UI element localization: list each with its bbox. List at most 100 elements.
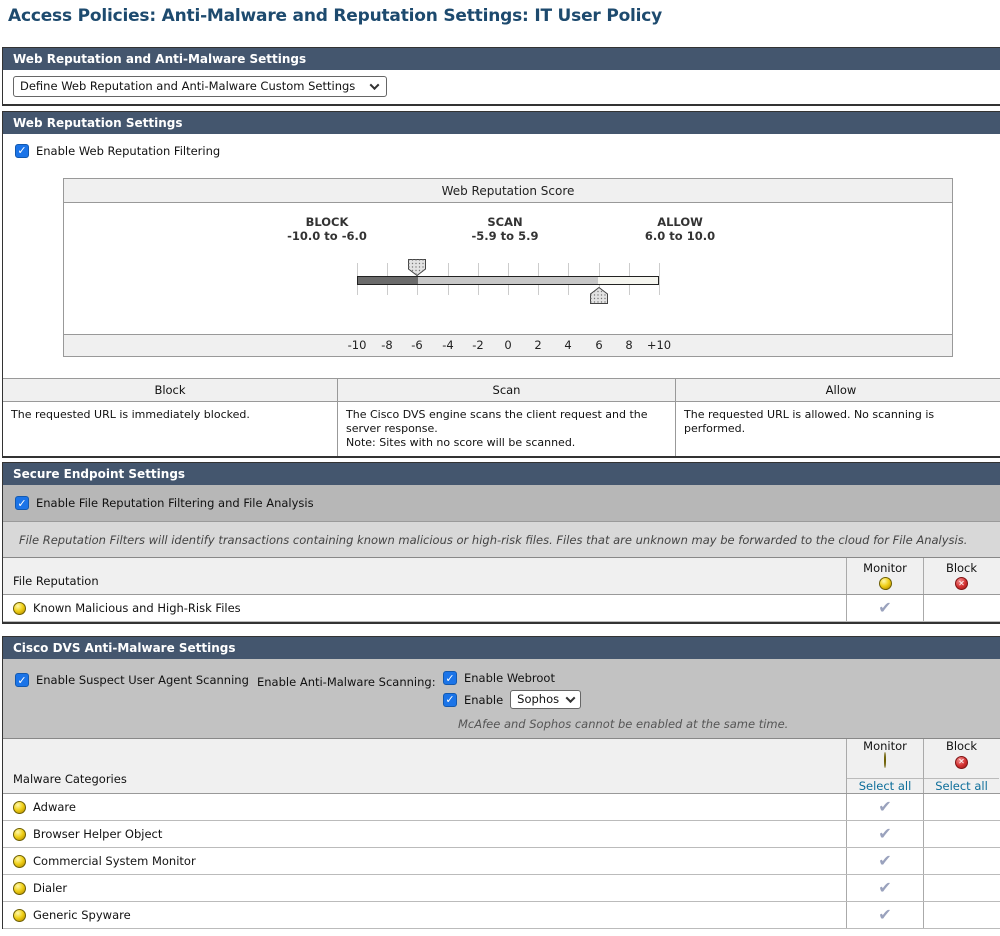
block-icon: ✕ (955, 756, 968, 769)
checkbox-checked-icon[interactable]: ✓ (15, 673, 29, 687)
column-header-scan: Scan (338, 379, 676, 401)
block-option-cell[interactable] (923, 821, 999, 847)
malware-category-row: Browser Helper Object ✔ (3, 821, 1000, 848)
table-row: Known Malicious and High-Risk Files ✔ (3, 595, 1000, 622)
monitor-option-cell[interactable]: ✔ (846, 848, 923, 874)
checkbox-label: Enable File Reputation Filtering and Fil… (36, 496, 314, 510)
section-header: Web Reputation Settings (3, 112, 1000, 134)
slider-allow-segment (598, 277, 658, 284)
section-cisco-dvs: Cisco DVS Anti-Malware Settings ✓ Enable… (2, 636, 1000, 929)
checkbox-checked-icon[interactable]: ✓ (443, 671, 457, 685)
scale-tick-label: 6 (595, 338, 602, 352)
monitor-column-header: Monitor Select all (846, 739, 923, 793)
enable-engine-checkbox[interactable]: ✓ Enable (443, 693, 503, 707)
anti-malware-scanning-label: Enable Anti-Malware Scanning: (257, 675, 436, 689)
zone-block-label: BLOCK -10.0 to -6.0 (287, 215, 367, 243)
slider-handle-scan-allow[interactable] (590, 287, 608, 304)
table-row-header: File Reputation (3, 558, 846, 594)
monitor-check-icon: ✔ (878, 853, 891, 869)
file-reputation-table: File Reputation Monitor Block ✕ Known Ma… (3, 557, 1000, 622)
monitor-select-all-link[interactable]: Select all (859, 779, 912, 793)
checkbox-label: Enable Suspect User Agent Scanning (36, 673, 249, 687)
enable-file-reputation-checkbox[interactable]: ✓ Enable File Reputation Filtering and F… (15, 496, 314, 510)
monitor-option-cell[interactable]: ✔ (846, 902, 923, 928)
table-row-header: Malware Categories (3, 739, 846, 793)
enable-web-reputation-checkbox[interactable]: ✓ Enable Web Reputation Filtering (15, 144, 220, 158)
column-header-allow: Allow (676, 379, 1000, 401)
scale-tick-label: -6 (411, 338, 422, 352)
scale-tick-label: 0 (504, 338, 511, 352)
section-header: Cisco DVS Anti-Malware Settings (3, 637, 1000, 659)
scale-tick-label: -2 (472, 338, 483, 352)
monitor-status-icon (13, 855, 26, 868)
scale-tick-label: 2 (534, 338, 541, 352)
monitor-status-icon (13, 909, 26, 922)
malware-category-label: Adware (33, 800, 76, 814)
checkbox-checked-icon[interactable]: ✓ (15, 496, 29, 510)
checkbox-checked-icon[interactable]: ✓ (15, 144, 29, 158)
monitor-option-cell[interactable]: ✔ (846, 595, 923, 621)
web-reputation-score-box: Web Reputation Score BLOCK -10.0 to -6.0… (63, 178, 953, 357)
enable-suspect-user-agent-checkbox[interactable]: ✓ Enable Suspect User Agent Scanning (15, 673, 249, 687)
engine-dropdown-value: Sophos (517, 692, 559, 706)
monitor-option-cell[interactable]: ✔ (846, 875, 923, 901)
malware-category-label: Browser Helper Object (33, 827, 162, 841)
monitor-status-icon (13, 602, 26, 615)
monitor-status-icon (13, 828, 26, 841)
monitor-check-icon: ✔ (878, 799, 891, 815)
block-select-all-link[interactable]: Select all (935, 779, 988, 793)
score-box-title: Web Reputation Score (64, 179, 952, 203)
malware-category-label: Generic Spyware (33, 908, 131, 922)
column-header-block: Block (3, 379, 338, 401)
malware-categories-table: Malware Categories Monitor Select all Bl… (3, 738, 1000, 929)
section-header: Secure Endpoint Settings (3, 463, 1000, 485)
malware-category-row: Dialer ✔ (3, 875, 1000, 902)
monitor-status-icon (13, 882, 26, 895)
slider-handle-block-scan[interactable] (408, 259, 426, 276)
monitor-icon (884, 752, 886, 768)
malware-category-label: Commercial System Monitor (33, 854, 196, 868)
monitor-option-cell[interactable]: ✔ (846, 794, 923, 820)
block-option-cell[interactable] (923, 875, 999, 901)
block-option-cell[interactable] (923, 794, 999, 820)
score-actions-table: Block Scan Allow The requested URL is im… (3, 378, 1000, 456)
enable-webroot-checkbox[interactable]: ✓ Enable Webroot (443, 671, 555, 685)
scale-tick-label: -8 (381, 338, 392, 352)
monitor-option-cell[interactable]: ✔ (846, 821, 923, 847)
monitor-check-icon: ✔ (878, 826, 891, 842)
slider-scan-segment (418, 277, 598, 284)
block-option-cell[interactable] (923, 848, 999, 874)
block-icon: ✕ (955, 577, 968, 590)
checkbox-label: Enable Web Reputation Filtering (36, 144, 220, 158)
section-header: Web Reputation and Anti-Malware Settings (3, 48, 1000, 70)
zone-scan-label: SCAN -5.9 to 5.9 (472, 215, 539, 243)
scale-tick-label: +10 (647, 338, 671, 352)
monitor-icon (879, 577, 892, 590)
checkbox-checked-icon[interactable]: ✓ (443, 693, 457, 707)
monitor-column-header: Monitor (846, 558, 923, 594)
section-web-reputation-anti-malware: Web Reputation and Anti-Malware Settings… (2, 47, 1000, 106)
engines-note: McAfee and Sophos cannot be enabled at t… (458, 717, 788, 731)
section-web-reputation-settings: Web Reputation Settings ✓ Enable Web Rep… (2, 111, 1000, 458)
monitor-check-icon: ✔ (878, 880, 891, 896)
checkbox-label: Enable Webroot (464, 671, 555, 685)
zone-allow-label: ALLOW 6.0 to 10.0 (645, 215, 715, 243)
monitor-status-icon (13, 801, 26, 814)
settings-mode-dropdown[interactable]: Define Web Reputation and Anti-Malware C… (13, 76, 387, 97)
score-slider-track (357, 276, 659, 285)
block-description: The requested URL is immediately blocked… (3, 402, 338, 456)
page-title: Access Policies: Anti-Malware and Reputa… (8, 6, 662, 26)
block-option-cell[interactable] (923, 595, 999, 621)
file-reputation-note: File Reputation Filters will identify tr… (3, 522, 1000, 557)
block-option-cell[interactable] (923, 902, 999, 928)
score-scale: -10 -8 -6 -4 -2 0 2 4 6 8 +10 (64, 334, 952, 356)
allow-description: The requested URL is allowed. No scannin… (676, 402, 1000, 456)
slider-block-segment (358, 277, 418, 284)
section-secure-endpoint: Secure Endpoint Settings ✓ Enable File R… (2, 462, 1000, 624)
engine-dropdown[interactable]: Sophos (510, 690, 581, 709)
malware-category-label: Dialer (33, 881, 67, 895)
scale-tick-label: -10 (348, 338, 367, 352)
scale-tick-label: 4 (564, 338, 571, 352)
scale-tick-label: -4 (442, 338, 453, 352)
malware-category-row: Commercial System Monitor ✔ (3, 848, 1000, 875)
